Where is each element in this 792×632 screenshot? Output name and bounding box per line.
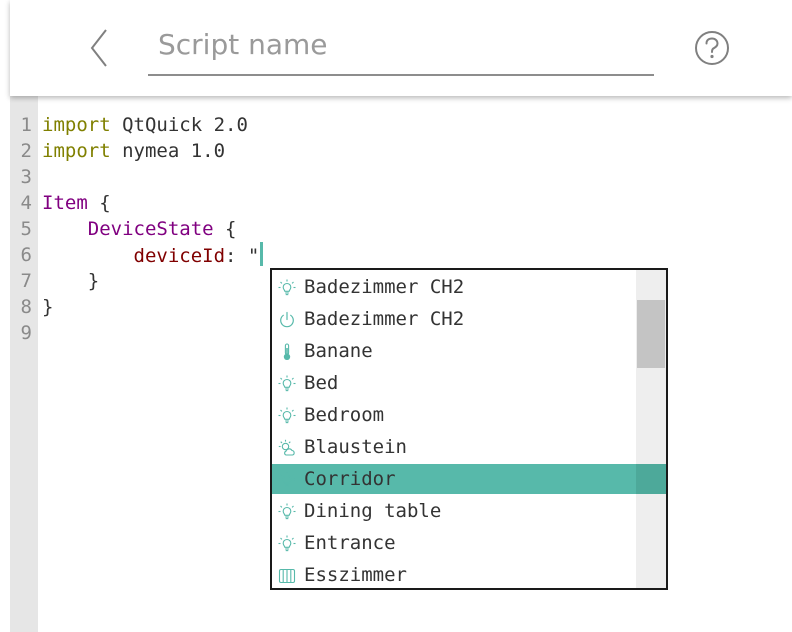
editor-header	[10, 0, 792, 96]
autocomplete-item[interactable]: Corridor	[272, 464, 636, 494]
line-number: 8	[20, 296, 32, 318]
power-icon	[278, 311, 296, 329]
help-circle-icon	[695, 31, 729, 65]
autocomplete-item[interactable]: Blaustein	[272, 432, 636, 462]
code-token: import	[42, 114, 111, 136]
line-number: 5	[20, 218, 32, 240]
autocomplete-item[interactable]: Esszimmer	[272, 560, 636, 588]
line-number: 6	[20, 244, 32, 266]
scrollbar[interactable]	[636, 270, 666, 588]
autocomplete-item-label: Bedroom	[304, 404, 385, 426]
autocomplete-item[interactable]: Entrance	[272, 528, 636, 558]
radiator-icon	[278, 567, 296, 585]
autocomplete-item[interactable]: Bed	[272, 368, 636, 398]
code-line[interactable]: deviceId: "	[42, 242, 264, 268]
light-bulb-icon	[278, 407, 296, 425]
code-token: nymea 1.0	[110, 140, 226, 162]
help-button[interactable]	[694, 30, 730, 66]
line-number-gutter: 1 2 3 4 5 6 7 8 9	[10, 96, 38, 632]
line-number: 7	[20, 270, 32, 292]
code-token: import	[42, 140, 111, 162]
autocomplete-item-label: Esszimmer	[304, 564, 407, 586]
code-token: {	[87, 192, 111, 214]
line-number: 9	[20, 322, 32, 344]
code-token: {	[213, 218, 237, 240]
autocomplete-item[interactable]: Bedroom	[272, 400, 636, 430]
line-number: 3	[20, 166, 32, 188]
code-token: }	[42, 296, 54, 318]
script-name-field[interactable]	[148, 16, 654, 76]
autocomplete-item-label: Blaustein	[304, 436, 407, 458]
text-caret	[260, 242, 264, 266]
autocomplete-item-label: Bed	[304, 372, 339, 394]
code-line[interactable]: Item {	[42, 190, 111, 216]
code-token: }	[42, 270, 100, 292]
autocomplete-item-label: Badezimmer CH2	[304, 308, 465, 330]
code-token: QtQuick 2.0	[110, 114, 248, 136]
light-bulb-icon	[278, 503, 296, 521]
code-line[interactable]: import nymea 1.0	[42, 138, 225, 164]
autocomplete-item-label: Entrance	[304, 532, 396, 554]
code-token: : "	[225, 245, 260, 267]
scrollbar-selection-band	[636, 464, 666, 494]
light-bulb-icon	[278, 535, 296, 553]
code-token: deviceId	[133, 245, 226, 267]
autocomplete-popup[interactable]: Badezimmer CH2 Badezimmer CH2 Banane Bed Bed…	[270, 268, 668, 590]
light-bulb-icon	[278, 279, 296, 297]
thermometer-icon	[278, 343, 296, 361]
line-number: 2	[20, 140, 32, 162]
chevron-left-icon	[90, 29, 107, 67]
autocomplete-item-label: Corridor	[304, 468, 396, 490]
autocomplete-item-label: Banane	[304, 340, 373, 362]
autocomplete-item[interactable]: Banane	[272, 336, 636, 366]
code-line[interactable]: }	[42, 294, 53, 320]
light-bulb-icon	[278, 375, 296, 393]
line-number: 1	[20, 114, 32, 136]
code-line[interactable]: DeviceState {	[42, 216, 237, 242]
line-number: 4	[20, 192, 32, 214]
light-bulb-icon	[278, 471, 296, 489]
autocomplete-item[interactable]: Badezimmer CH2	[272, 272, 636, 302]
scrollbar-thumb[interactable]	[637, 300, 665, 368]
code-token: Item	[42, 192, 88, 214]
autocomplete-item[interactable]: Badezimmer CH2	[272, 304, 636, 334]
autocomplete-item-label: Dining table	[304, 500, 442, 522]
code-token: DeviceState	[87, 218, 214, 240]
code-line[interactable]: }	[42, 268, 99, 294]
autocomplete-item-label: Badezimmer CH2	[304, 276, 465, 298]
script-name-input[interactable]	[158, 24, 638, 64]
back-button[interactable]	[80, 26, 120, 70]
autocomplete-item[interactable]: Dining table	[272, 496, 636, 526]
code-line[interactable]: import QtQuick 2.0	[42, 112, 248, 138]
weather-icon	[278, 439, 296, 457]
